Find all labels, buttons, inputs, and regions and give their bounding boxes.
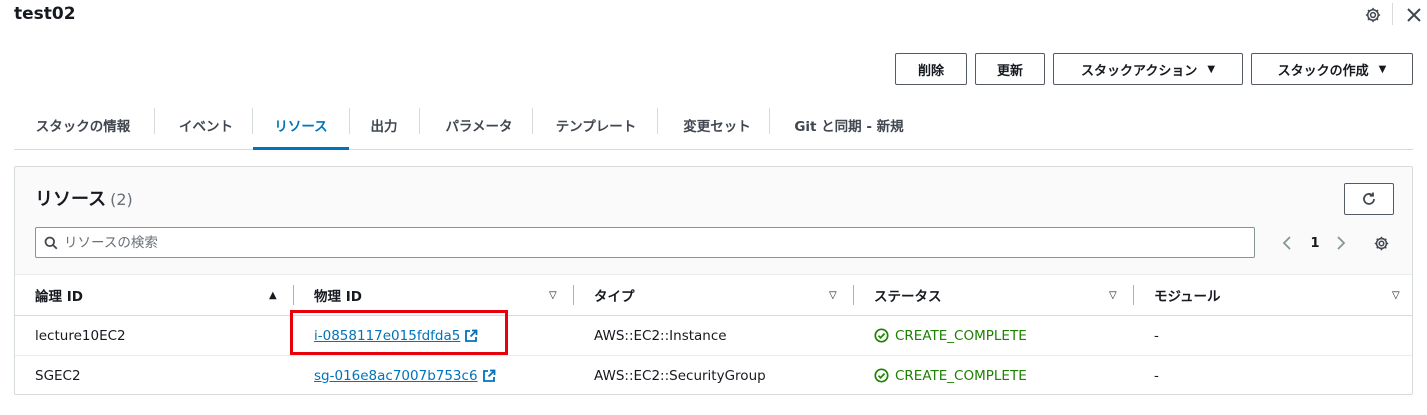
create-stack-label: スタックの作成 [1277,63,1369,79]
panel-title-text: リソース [35,189,107,210]
tab-label: リソース [274,118,328,135]
table-row: SGEC2 sg-016e8ac7007b753c6 AWS::EC2::Sec… [15,356,1412,395]
tab-label: パラメータ [445,118,513,135]
sort-icon[interactable]: ▽ [1392,290,1400,301]
tab-template[interactable]: テンプレート [536,100,656,149]
tab-separator [154,108,155,134]
search-input[interactable] [64,234,1244,251]
close-icon[interactable] [1403,4,1425,26]
external-link-icon[interactable] [482,369,496,383]
delete-button-label: 削除 [917,63,944,79]
column-label: ステータス [874,289,942,305]
header-divider [1392,3,1393,25]
tab-bar: スタックの情報 イベント リソース 出力 パラメータ テンプレート 変更セット … [14,100,1413,150]
panel-title: リソース (2) [35,185,133,211]
caret-down-icon: ▼ [1207,63,1216,75]
column-label: タイプ [594,289,635,305]
panel-header: リソース(2) 1 [15,167,1412,275]
status-cell: CREATE_COMPLETE [854,328,1134,344]
tab-label: Git と同期 - 新規 [794,118,904,135]
delete-button[interactable]: 削除 [895,53,967,85]
resources-table: 論理 ID ▲ 物理 ID ▽ タイプ ▽ ステータス ▽ モジュール ▽ lecture… [15,275,1412,395]
column-header-status[interactable]: ステータス ▽ [854,275,1134,316]
sort-ascending-icon[interactable]: ▲ [269,290,277,301]
tab-stack-info[interactable]: スタックの情報 [18,100,148,149]
page-number[interactable]: 1 [1305,233,1325,253]
chevron-right-icon[interactable] [1331,233,1351,253]
caret-down-icon: ▼ [1378,63,1387,75]
type-cell: AWS::EC2::SecurityGroup [594,367,766,384]
success-check-icon [874,368,889,383]
refresh-icon [1363,192,1375,205]
tab-separator [769,108,770,134]
column-header-module[interactable]: モジュール ▽ [1134,275,1412,316]
sort-icon[interactable]: ▽ [829,290,837,301]
external-link-icon[interactable] [464,329,478,343]
module-cell: - [1154,327,1159,344]
success-check-icon [874,328,889,343]
chevron-left-icon[interactable] [1277,233,1297,253]
tab-separator [349,108,350,134]
tab-resources[interactable]: リソース [253,100,349,150]
resources-panel: リソース(2) 1 [14,166,1413,395]
column-label: 物理 ID [314,289,362,305]
type-cell: AWS::EC2::Instance [594,327,727,344]
tab-separator [532,108,533,134]
sort-icon[interactable]: ▽ [1109,290,1117,301]
page-title: test02 [14,4,76,24]
sort-icon[interactable]: ▽ [549,290,557,301]
column-header-type[interactable]: タイプ ▽ [574,275,854,316]
tab-label: イベント [179,118,233,135]
table-row: lecture10EC2 i-0858117e015fdfda5 AWS::EC… [15,315,1412,356]
stack-action-button[interactable]: スタックアクション ▼ [1053,53,1243,85]
update-button[interactable]: 更新 [975,53,1045,85]
status-text: CREATE_COMPLETE [895,367,1027,384]
tab-parameters[interactable]: パラメータ [424,100,534,149]
column-label: モジュール [1154,289,1221,305]
tab-outputs[interactable]: 出力 [354,100,414,149]
column-header-logical-id[interactable]: 論理 ID ▲ [15,275,294,316]
tab-label: 変更セット [683,118,751,135]
status-text: CREATE_COMPLETE [895,327,1027,344]
tab-label: スタックの情報 [35,118,131,135]
create-stack-button[interactable]: スタックの作成 ▼ [1251,53,1413,85]
tab-label: 出力 [370,118,398,135]
preferences-gear-icon[interactable] [1371,233,1391,253]
refresh-button[interactable] [1344,183,1394,215]
module-cell: - [1154,367,1159,384]
tab-events[interactable]: イベント [160,100,252,149]
logical-id-cell: lecture10EC2 [35,327,126,344]
physical-id-link[interactable]: i-0858117e015fdfda5 [314,328,460,344]
table-header-row: 論理 ID ▲ 物理 ID ▽ タイプ ▽ ステータス ▽ モジュール ▽ [15,275,1412,316]
column-label: 論理 ID [35,289,83,305]
update-button-label: 更新 [996,63,1023,79]
tab-change-sets[interactable]: 変更セット [662,100,772,149]
tab-git-sync[interactable]: Git と同期 - 新規 [774,100,924,149]
tab-label: テンプレート [555,118,637,135]
stack-action-label: スタックアクション [1080,63,1198,79]
search-field[interactable] [35,227,1255,258]
tab-separator [419,108,420,134]
resource-count: (2) [110,190,133,209]
status-cell: CREATE_COMPLETE [854,368,1134,384]
search-icon [44,236,58,249]
physical-id-link[interactable]: sg-016e8ac7007b753c6 [314,368,478,384]
column-header-physical-id[interactable]: 物理 ID ▽ [294,275,574,316]
logical-id-cell: SGEC2 [35,367,81,384]
tab-separator [657,108,658,134]
gear-icon[interactable] [1362,4,1384,26]
